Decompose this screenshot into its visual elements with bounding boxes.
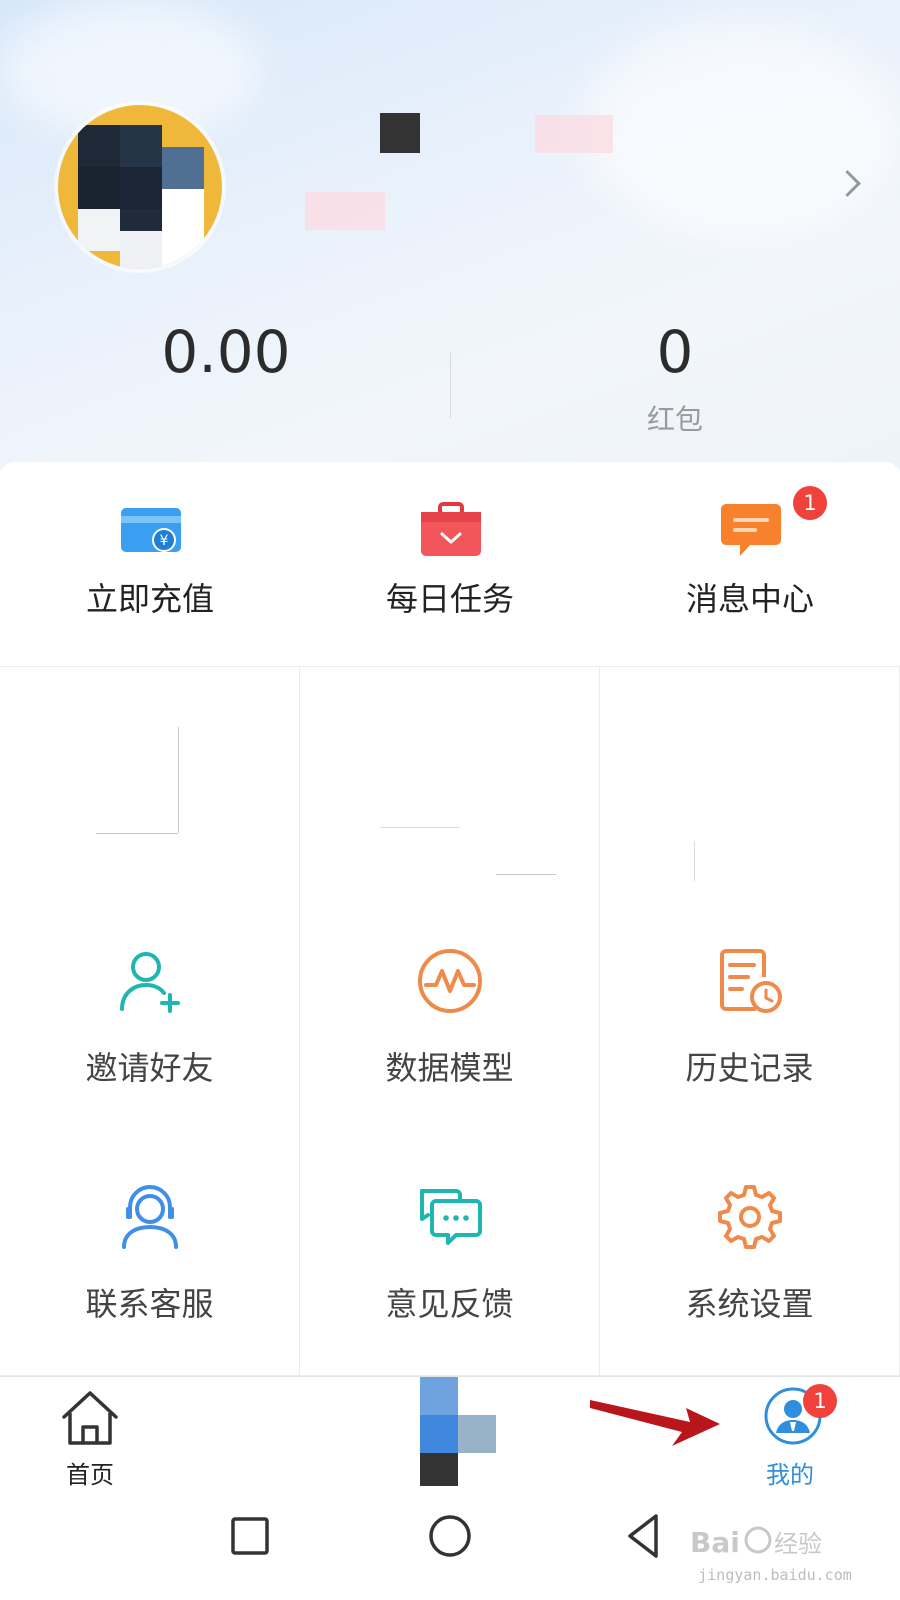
system-navigation-bar: Bai 经验 jingyan.baidu.com bbox=[0, 1486, 900, 1600]
balance-value[interactable]: 0.00 bbox=[116, 318, 336, 386]
message-badge: 1 bbox=[793, 486, 827, 520]
tab-home[interactable]: 首页 bbox=[40, 1377, 140, 1489]
feedback-button[interactable]: 意见反馈 bbox=[300, 1139, 600, 1376]
feedback-icon bbox=[420, 1189, 482, 1245]
home-circle-icon[interactable] bbox=[420, 1506, 480, 1566]
bottom-tab-bar: 首页 1 我的 bbox=[0, 1376, 900, 1489]
message-icon bbox=[721, 504, 781, 556]
header-decoration bbox=[580, 20, 900, 240]
settings-gear-icon bbox=[718, 1185, 782, 1249]
grid-cell-redacted[interactable] bbox=[0, 667, 300, 904]
red-packet-count[interactable]: 0 bbox=[565, 318, 785, 386]
avatar[interactable] bbox=[58, 105, 222, 269]
customer-service-label: 联系客服 bbox=[85, 1285, 214, 1323]
feature-grid: 邀请好友 数据模型 历史记录 联系客服 意见反馈 系统设置 bbox=[0, 666, 900, 1377]
data-model-label: 数据模型 bbox=[385, 1049, 514, 1087]
svg-text:¥: ¥ bbox=[160, 533, 169, 549]
svg-text:经验: 经验 bbox=[774, 1530, 822, 1558]
settings-label: 系统设置 bbox=[685, 1285, 814, 1323]
data-model-icon bbox=[418, 949, 482, 1013]
quick-actions: ¥ 立即充值 每日任务 1 消息中心 bbox=[0, 462, 900, 666]
history-button[interactable]: 历史记录 bbox=[600, 903, 900, 1140]
daily-task-label: 每日任务 bbox=[385, 580, 514, 618]
watermark-url: jingyan.baidu.com bbox=[698, 1566, 852, 1584]
settings-button[interactable]: 系统设置 bbox=[600, 1139, 900, 1376]
tab-mine[interactable]: 1 我的 bbox=[740, 1377, 840, 1489]
grid-cell-redacted[interactable] bbox=[600, 667, 900, 904]
customer-service-icon bbox=[122, 1185, 178, 1249]
invite-friend-label: 邀请好友 bbox=[85, 1049, 214, 1087]
daily-task-button[interactable]: 每日任务 bbox=[300, 462, 600, 666]
message-center-button[interactable]: 1 消息中心 bbox=[600, 462, 900, 666]
message-center-label: 消息中心 bbox=[685, 580, 814, 618]
annotation-arrow bbox=[590, 1400, 720, 1446]
feedback-label: 意见反馈 bbox=[385, 1285, 514, 1323]
profile-header: 0.00 0 红包 bbox=[0, 0, 900, 470]
user-tag-redacted bbox=[305, 192, 385, 230]
back-triangle-icon[interactable] bbox=[616, 1506, 676, 1566]
task-bag-icon bbox=[421, 502, 481, 556]
data-model-button[interactable]: 数据模型 bbox=[300, 903, 600, 1140]
recharge-label: 立即充值 bbox=[85, 580, 214, 618]
red-packet-label: 红包 bbox=[646, 403, 703, 436]
tab-mine-badge: 1 bbox=[803, 1384, 837, 1418]
customer-service-button[interactable]: 联系客服 bbox=[0, 1139, 300, 1376]
stat-divider bbox=[450, 352, 451, 418]
invite-friend-button[interactable]: 邀请好友 bbox=[0, 903, 300, 1140]
user-tag-redacted bbox=[535, 115, 613, 153]
svg-text:Bai: Bai bbox=[690, 1526, 740, 1559]
home-icon bbox=[62, 1391, 118, 1445]
history-label: 历史记录 bbox=[685, 1049, 814, 1087]
recharge-button[interactable]: ¥ 立即充值 bbox=[0, 462, 300, 666]
username-redacted bbox=[380, 113, 420, 153]
tab-home-label: 首页 bbox=[66, 1461, 114, 1489]
grid-cell-redacted[interactable] bbox=[300, 667, 600, 904]
tab-center-redacted[interactable] bbox=[420, 1377, 500, 1487]
history-icon bbox=[720, 949, 782, 1013]
recent-apps-icon[interactable] bbox=[220, 1506, 280, 1566]
invite-friend-icon bbox=[120, 952, 180, 1013]
wallet-card-icon: ¥ bbox=[121, 508, 181, 552]
tab-mine-label: 我的 bbox=[766, 1461, 814, 1489]
